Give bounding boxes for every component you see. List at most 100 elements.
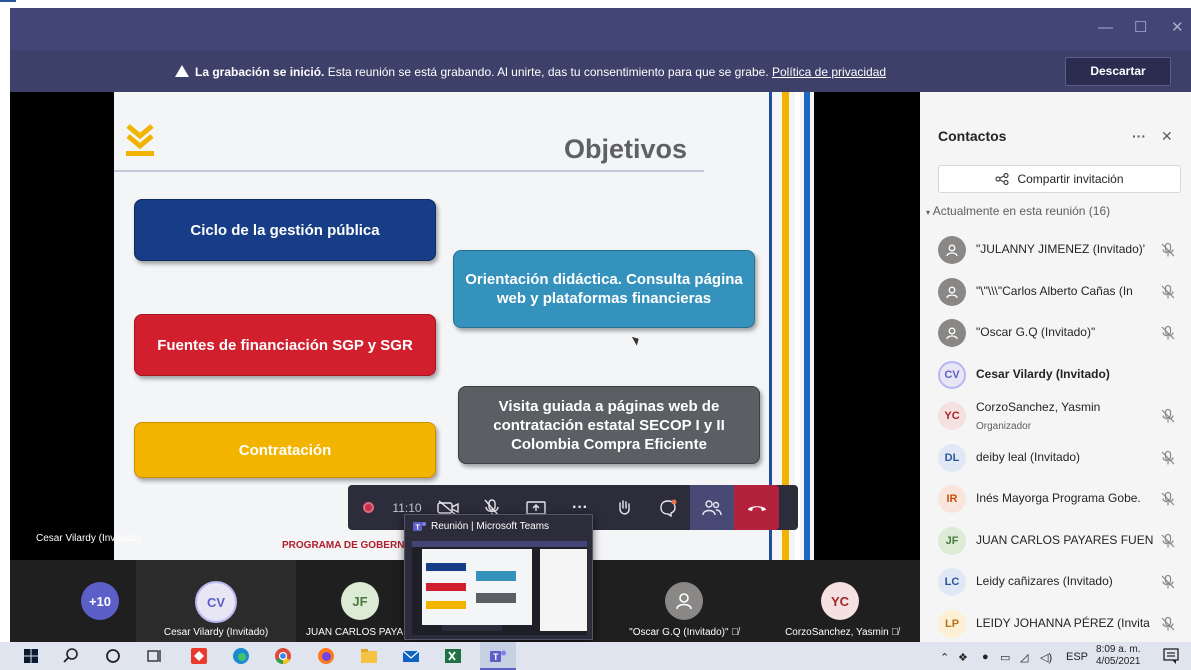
participant-name: LEIDY JOHANNA PÉREZ (Invita xyxy=(976,616,1150,630)
system-clock[interactable]: 8:09 a. m. 4/05/2021 xyxy=(1096,644,1141,668)
microphone-icon[interactable]: ● xyxy=(982,651,989,663)
maximize-button[interactable]: ☐ xyxy=(1134,20,1147,36)
participant-row[interactable]: YC CorzoSanchez, Yasmin Organizador xyxy=(936,394,1186,436)
participant-name-yc: CorzoSanchez, Yasmin 🎙̸ xyxy=(764,627,920,638)
dropbox-icon[interactable]: ❖ xyxy=(958,651,968,664)
box-ciclo-gestion: Ciclo de la gestión pública xyxy=(134,199,436,261)
excel-icon[interactable] xyxy=(444,647,462,665)
participant-name: CorzoSanchez, Yasmin xyxy=(976,400,1101,414)
teams-taskbar-button[interactable]: T xyxy=(480,642,516,670)
participant-tile-cv[interactable]: CV Cesar Vilardy (Invitado) xyxy=(136,560,296,642)
slide-footer: PROGRAMA DE GOBERNA xyxy=(282,540,412,551)
minimize-button[interactable]: — xyxy=(1098,20,1113,36)
recording-indicator xyxy=(348,485,388,530)
participant-row[interactable]: LP LEIDY JOHANNA PÉREZ (Invita xyxy=(936,602,1186,644)
participant-row[interactable]: DL deiby leal (Invitado) xyxy=(936,436,1186,478)
chevron-down-icon: ▾ xyxy=(926,208,931,217)
mic-off-icon xyxy=(1160,533,1176,549)
avatar-yc: YC xyxy=(821,582,859,620)
chat-button[interactable] xyxy=(646,485,690,530)
slide-title: Objetivos xyxy=(564,134,688,164)
participant-name: JUAN CARLOS PAYARES FUEN. xyxy=(976,533,1154,547)
participant-name-jf: JUAN CARLOS PAYAR xyxy=(306,627,411,638)
participants-panel: Contactos ··· ✕ Compartir invitación ▾ A… xyxy=(920,92,1191,642)
search-icon[interactable] xyxy=(62,647,80,665)
participant-avatar: LP xyxy=(938,610,966,638)
dismiss-button[interactable]: Descartar xyxy=(1065,57,1171,86)
meeting-timer-text: 11:10 xyxy=(392,500,422,515)
box-visita-guiada: Visita guiada a páginas web de contratac… xyxy=(458,386,760,464)
title-divider xyxy=(114,170,704,172)
participant-row[interactable]: CV Cesar Vilardy (Invitado) xyxy=(936,353,1186,395)
participant-row[interactable]: "Oscar G.Q (Invitado)" xyxy=(936,311,1186,353)
participant-name: "JULANNY JIMENEZ (Invitado)' xyxy=(976,242,1146,256)
mic-off-icon xyxy=(1160,284,1176,300)
svg-text:T: T xyxy=(493,652,499,662)
panel-more-button[interactable]: ··· xyxy=(1132,128,1146,144)
chat-icon xyxy=(660,499,677,517)
share-invitation-button[interactable]: Compartir invitación xyxy=(938,165,1181,193)
participant-row[interactable]: "JULANNY JIMENEZ (Invitado)' xyxy=(936,228,1186,270)
clock-date: 4/05/2021 xyxy=(1096,656,1141,667)
avatar-cv-initials: CV xyxy=(206,594,226,610)
language-indicator[interactable]: ESP xyxy=(1066,651,1088,663)
title-bar: — ☐ ✕ xyxy=(10,8,1191,50)
in-meeting-section-header[interactable]: ▾ Actualmente en esta reunión (16) xyxy=(926,204,1110,218)
svg-text:T: T xyxy=(416,525,421,532)
close-window-button[interactable]: ✕ xyxy=(1171,20,1184,36)
participant-avatar: YC xyxy=(938,402,966,430)
firefox-icon[interactable] xyxy=(317,647,335,665)
window-corner xyxy=(0,0,16,8)
participant-row[interactable]: LC Leidy cañizares (Invitado) xyxy=(936,560,1186,602)
mic-off-icon xyxy=(1160,574,1176,590)
privacy-policy-link[interactable]: Política de privacidad xyxy=(772,65,886,79)
anydesk-icon[interactable] xyxy=(190,647,208,665)
participant-tile-jf[interactable]: JF JUAN CARLOS PAYAR xyxy=(296,560,416,642)
recording-text: Esta reunión se está grabando. Al unirte… xyxy=(324,65,772,79)
participant-role: Organizador xyxy=(976,421,1032,432)
more-count: +10 xyxy=(88,593,112,609)
mic-off-icon xyxy=(1160,450,1176,466)
participant-avatar: LC xyxy=(938,568,966,596)
windows-taskbar: T ⌃ ❖ ● ▭ ◿ ◁) ESP 8:09 a. m. 4/05/2021 xyxy=(0,642,1191,670)
participants-button[interactable] xyxy=(690,485,734,530)
clock-time: 8:09 a. m. xyxy=(1096,644,1141,655)
taskbar-window-preview[interactable]: T Reunión | Microsoft Teams xyxy=(404,514,593,640)
person-icon xyxy=(946,244,958,257)
notifications-icon[interactable] xyxy=(1162,647,1180,665)
participant-row[interactable]: JF JUAN CARLOS PAYARES FUEN. xyxy=(936,519,1186,561)
network-icon[interactable]: ◿ xyxy=(1020,651,1028,664)
raise-hand-button[interactable] xyxy=(602,485,646,530)
hang-up-button[interactable] xyxy=(734,485,779,530)
edge-icon[interactable] xyxy=(232,647,250,665)
mic-off-icon xyxy=(1160,242,1176,258)
participant-row[interactable]: "\"\\\"Carlos Alberto Cañas (In xyxy=(936,270,1186,312)
mic-off-icon: 🎙̸ xyxy=(731,627,739,638)
participant-tile-oscar[interactable]: "Oscar G.Q (Invitado)" 🎙̸ xyxy=(604,560,764,642)
participant-avatar xyxy=(938,278,966,306)
tray-chevron-icon[interactable]: ⌃ xyxy=(940,651,949,664)
participant-tile-yc[interactable]: YC CorzoSanchez, Yasmin 🎙̸ xyxy=(764,560,920,642)
mail-icon[interactable] xyxy=(402,647,420,665)
chrome-icon[interactable] xyxy=(274,647,292,665)
participant-avatar: CV xyxy=(938,361,966,389)
teams-icon: T xyxy=(413,522,426,532)
avatar-oscar xyxy=(665,582,703,620)
task-view-icon[interactable] xyxy=(146,647,164,665)
mouse-cursor-icon xyxy=(631,334,642,346)
battery-icon[interactable]: ▭ xyxy=(1000,651,1010,664)
participant-name: Cesar Vilardy (Invitado) xyxy=(976,367,1110,381)
box-orientacion-didactica: Orientación didáctica. Consulta página w… xyxy=(453,250,755,328)
mic-off-icon xyxy=(1160,408,1176,424)
windows-start-icon[interactable] xyxy=(22,647,40,665)
participant-avatar: JF xyxy=(938,527,966,555)
mic-off-icon xyxy=(1160,325,1176,341)
file-explorer-icon[interactable] xyxy=(360,647,378,665)
panel-close-button[interactable]: ✕ xyxy=(1161,128,1173,145)
panel-title: Contactos xyxy=(938,128,1007,144)
participant-name-yc-text: CorzoSanchez, Yasmin xyxy=(785,627,889,638)
volume-icon[interactable]: ◁) xyxy=(1040,651,1052,664)
cortana-icon[interactable] xyxy=(104,647,122,665)
participant-name: deiby leal (Invitado) xyxy=(976,450,1081,464)
participant-row[interactable]: IR Inés Mayorga Programa Gobe. xyxy=(936,477,1186,519)
